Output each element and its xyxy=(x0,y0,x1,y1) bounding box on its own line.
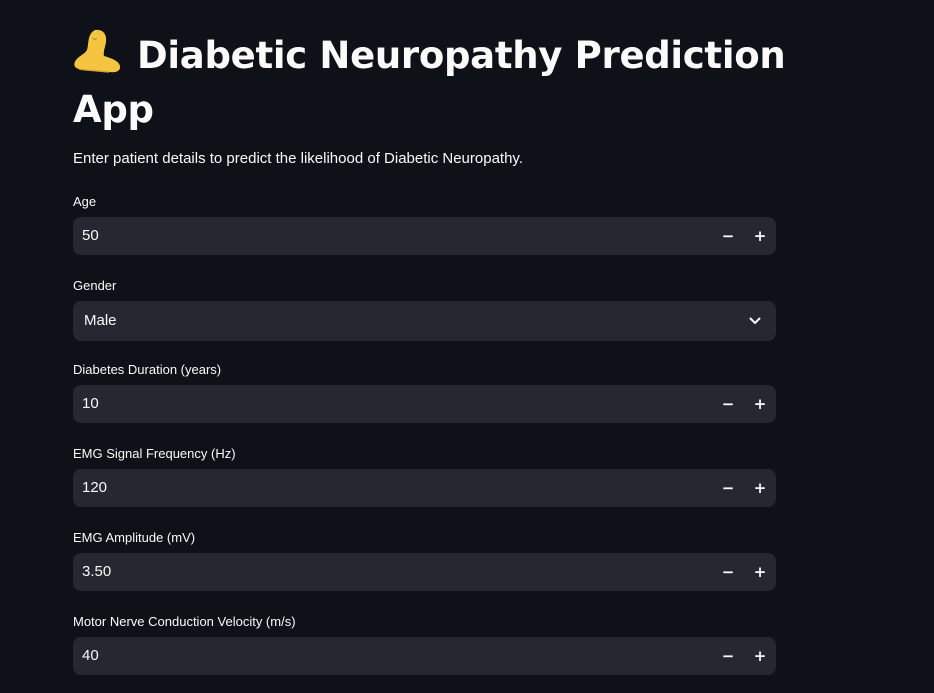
diabetes-duration-input[interactable]: 10 − + xyxy=(73,385,776,423)
emg-frequency-input[interactable]: 120 − + xyxy=(73,469,776,507)
main-container: Diabetic Neuropathy Prediction App Enter… xyxy=(73,0,786,675)
age-label: Age xyxy=(73,194,97,209)
emg-amplitude-increment-button[interactable]: + xyxy=(746,556,774,588)
gender-field: Gender Male xyxy=(73,277,776,341)
diabetes-duration-label: Diabetes Duration (years) xyxy=(73,362,222,377)
age-decrement-button[interactable]: − xyxy=(714,220,742,252)
emg-amplitude-value[interactable]: 3.50 xyxy=(82,553,111,591)
diabetes-duration-increment-button[interactable]: + xyxy=(746,388,774,420)
emg-amplitude-label: EMG Amplitude (mV) xyxy=(73,530,196,545)
motor-ncv-label: Motor Nerve Conduction Velocity (m/s) xyxy=(73,614,296,629)
emg-frequency-increment-button[interactable]: + xyxy=(746,472,774,504)
age-field: Age 50 − + xyxy=(73,193,776,255)
emg-amplitude-field: EMG Amplitude (mV) 3.50 − + xyxy=(73,529,776,591)
age-value[interactable]: 50 xyxy=(82,217,99,255)
age-increment-button[interactable]: + xyxy=(746,220,774,252)
gender-label: Gender xyxy=(73,278,117,293)
motor-ncv-decrement-button[interactable]: − xyxy=(714,640,742,672)
diabetes-duration-decrement-button[interactable]: − xyxy=(714,388,742,420)
diabetes-duration-value[interactable]: 10 xyxy=(82,385,99,423)
motor-ncv-increment-button[interactable]: + xyxy=(746,640,774,672)
emg-frequency-field: EMG Signal Frequency (Hz) 120 − + xyxy=(73,445,776,507)
gender-select[interactable]: Male xyxy=(73,301,776,341)
emg-frequency-value[interactable]: 120 xyxy=(82,469,107,507)
page-title-text: Diabetic Neuropathy Prediction App xyxy=(73,34,786,131)
chevron-down-icon[interactable] xyxy=(748,314,762,328)
motor-ncv-field: Motor Nerve Conduction Velocity (m/s) 40… xyxy=(73,613,776,675)
age-input[interactable]: 50 − + xyxy=(73,217,776,255)
foot-icon xyxy=(74,29,121,73)
emg-amplitude-input[interactable]: 3.50 − + xyxy=(73,553,776,591)
gender-selected-value[interactable]: Male xyxy=(84,301,117,341)
emg-frequency-label: EMG Signal Frequency (Hz) xyxy=(73,446,236,461)
emg-frequency-decrement-button[interactable]: − xyxy=(714,472,742,504)
page-title: Diabetic Neuropathy Prediction App xyxy=(73,0,793,137)
motor-ncv-value[interactable]: 40 xyxy=(82,637,99,675)
page-subtitle: Enter patient details to predict the lik… xyxy=(73,150,523,167)
emg-amplitude-decrement-button[interactable]: − xyxy=(714,556,742,588)
motor-ncv-input[interactable]: 40 − + xyxy=(73,637,776,675)
diabetes-duration-field: Diabetes Duration (years) 10 − + xyxy=(73,361,776,423)
